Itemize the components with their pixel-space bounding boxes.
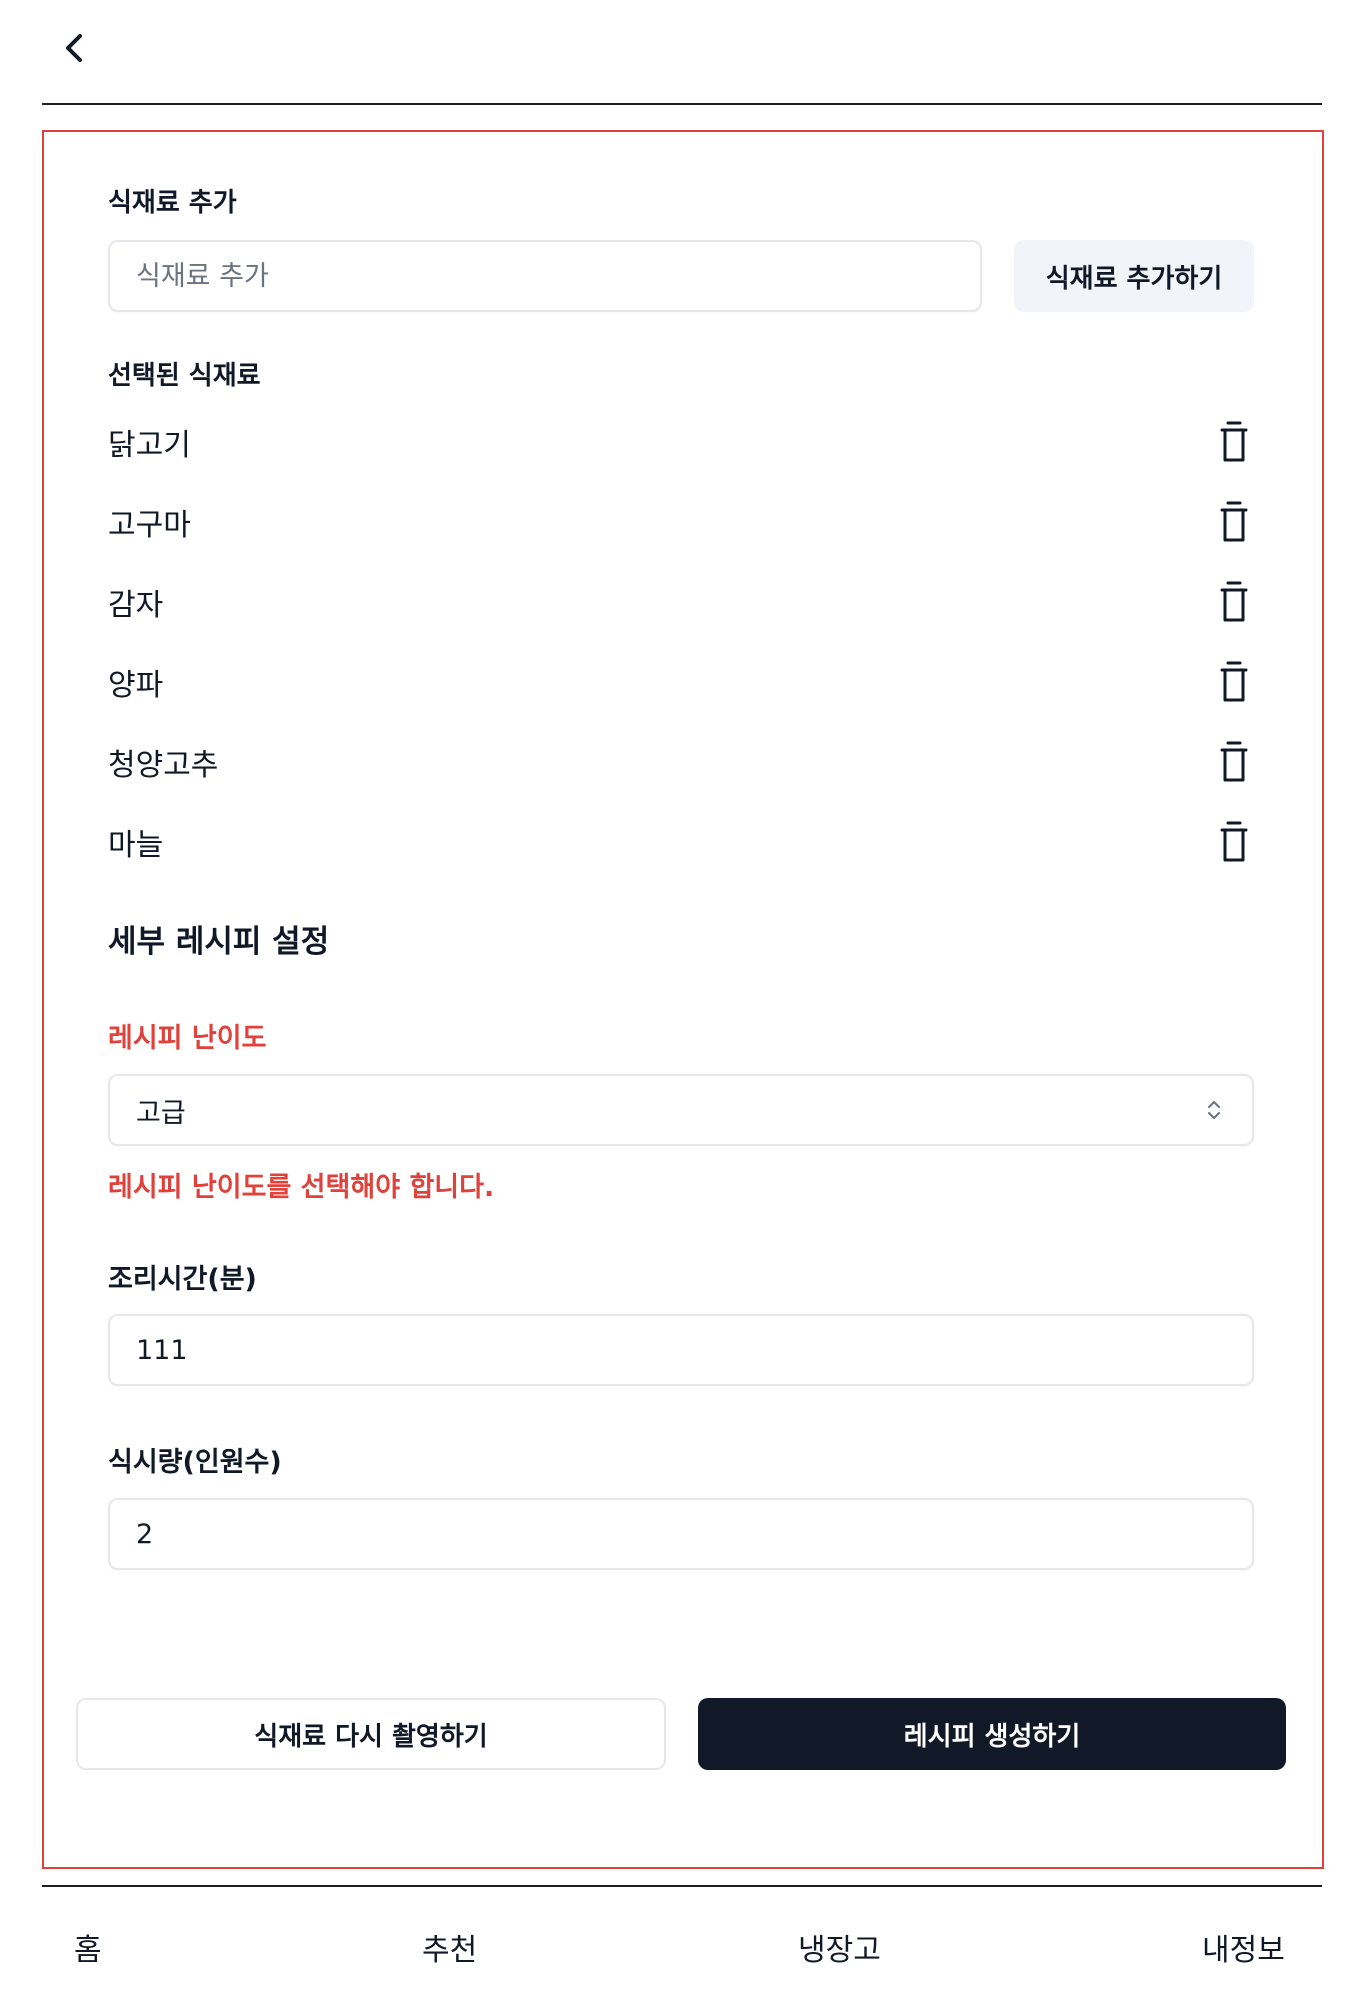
top-bar bbox=[42, 0, 1322, 105]
trash-icon bbox=[1220, 821, 1248, 862]
ingredient-name: 청양고추 bbox=[108, 748, 219, 783]
delete-ingredient-button[interactable] bbox=[1214, 738, 1254, 786]
difficulty-error-message: 레시피 난이도를 선택해야 합니다. bbox=[108, 1172, 495, 1203]
recipe-setup-screen: 식재료 추가 식재료 추가하기 선택된 식재료 닭고기고구마감자양파청양고추마늘… bbox=[0, 0, 1364, 2000]
retake-photo-button[interactable]: 식재료 다시 촬영하기 bbox=[76, 1698, 666, 1770]
ingredient-name: 감자 bbox=[108, 588, 164, 623]
trash-icon bbox=[1220, 661, 1248, 702]
delete-ingredient-button[interactable] bbox=[1214, 658, 1254, 706]
add-ingredient-button[interactable]: 식재료 추가하기 bbox=[1014, 240, 1254, 312]
ingredient-input-wrapper bbox=[108, 240, 982, 312]
ingredient-input[interactable] bbox=[136, 242, 980, 310]
cooking-time-input-wrapper bbox=[108, 1314, 1254, 1386]
difficulty-select[interactable]: 고급 bbox=[108, 1074, 1254, 1146]
nav-fridge[interactable]: 냉장고 bbox=[798, 1925, 881, 1969]
ingredient-add-label: 식재료 추가 bbox=[108, 188, 237, 218]
recipe-details-title: 세부 레시피 설정 bbox=[108, 924, 330, 960]
trash-icon bbox=[1220, 421, 1248, 462]
nav-home[interactable]: 홈 bbox=[74, 1925, 102, 1969]
generate-recipe-button[interactable]: 레시피 생성하기 bbox=[698, 1698, 1286, 1770]
ingredient-name: 고구마 bbox=[108, 508, 191, 543]
nav-profile[interactable]: 내정보 bbox=[1202, 1925, 1285, 1969]
bottom-navigation: 홈 추천 냉장고 내정보 bbox=[42, 1885, 1322, 2000]
ingredient-row: 양파 bbox=[108, 652, 1254, 712]
ingredient-row: 닭고기 bbox=[108, 412, 1254, 472]
delete-ingredient-button[interactable] bbox=[1214, 578, 1254, 626]
delete-ingredient-button[interactable] bbox=[1214, 418, 1254, 466]
difficulty-label: 레시피 난이도 bbox=[108, 1023, 267, 1054]
trash-icon bbox=[1220, 501, 1248, 542]
cooking-time-label: 조리시간(분) bbox=[108, 1264, 257, 1295]
delete-ingredient-button[interactable] bbox=[1214, 818, 1254, 866]
ingredient-row: 고구마 bbox=[108, 492, 1254, 552]
ingredient-name: 양파 bbox=[108, 668, 164, 703]
cooking-time-input[interactable] bbox=[136, 1316, 1252, 1384]
back-button[interactable] bbox=[50, 24, 98, 72]
trash-icon bbox=[1220, 741, 1248, 782]
servings-input-wrapper bbox=[108, 1498, 1254, 1570]
servings-input[interactable] bbox=[136, 1500, 1252, 1568]
nav-recommend[interactable]: 추천 bbox=[422, 1925, 477, 1969]
ingredient-row: 마늘 bbox=[108, 812, 1254, 872]
ingredient-name: 닭고기 bbox=[108, 428, 191, 463]
servings-label: 식시량(인원수) bbox=[108, 1447, 282, 1478]
chevron-left-icon bbox=[66, 34, 82, 62]
ingredient-row: 청양고추 bbox=[108, 732, 1254, 792]
trash-icon bbox=[1220, 581, 1248, 622]
chevron-up-down-icon bbox=[1208, 1101, 1220, 1119]
ingredient-name: 마늘 bbox=[108, 828, 164, 863]
ingredient-row: 감자 bbox=[108, 572, 1254, 632]
difficulty-selected-value: 고급 bbox=[136, 1097, 186, 1129]
selected-ingredients-label: 선택된 식재료 bbox=[108, 361, 261, 391]
delete-ingredient-button[interactable] bbox=[1214, 498, 1254, 546]
